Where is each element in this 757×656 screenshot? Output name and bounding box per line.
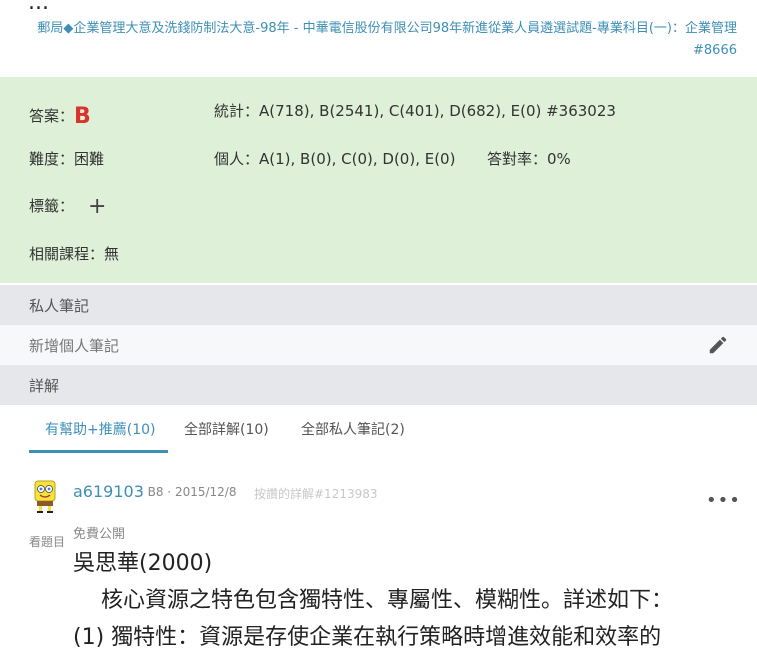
breadcrumb-year[interactable]: -98年 [255,21,289,36]
tab-all-private-notes[interactable]: 全部私人筆記(2) [301,419,405,439]
courses-row: 相關課程：無 [29,243,119,264]
post-meta: · B8 · 2015/12/8 [140,485,237,499]
add-note-placeholder[interactable]: 新增個人筆記 [29,335,119,356]
answer-value: B [74,104,91,129]
stats-label: 統計： [214,102,260,120]
view-question-link[interactable]: 看題目 [29,533,65,550]
accuracy-label: 答對率： [487,150,548,168]
spongebob-avatar-icon[interactable] [29,478,61,514]
question-info-panel: 答案：B 統計：A(718), B(2541), C(401), D(682),… [0,77,757,283]
personal-label: 個人： [214,150,260,168]
explanation-tabs: 有幫助+推薦(10) 全部詳解(10) 全部私人筆記(2) [0,405,757,453]
private-notes-title: 私人筆記 [29,297,90,315]
tab-helpful[interactable]: 有幫助+推薦(10) [45,419,155,439]
difficulty-row: 難度：困難 [29,148,104,169]
accuracy-value: 0% [547,150,571,168]
tags-label: 標籤： [29,197,75,215]
private-notes-header: 私人筆記 [0,285,757,325]
personal-row: 個人：A(1), B(0), C(0), D(0), E(0) [214,148,455,169]
explanation-content: 吳思華(2000) 核心資源之特色包含獨特性、專屬性、模糊性。詳述如下： (1)… [73,545,753,656]
active-tab-indicator [29,450,168,453]
stats-value: A(718), B(2541), C(401), D(682), E(0) #3… [259,102,616,120]
courses-label: 相關課程： [29,245,105,263]
breadcrumb: 郵局◆企業管理大意及洗錢防制法大意-98年 - 中華電信股份有限公司98年新進從… [0,18,737,62]
content-line: (1) 獨特性：資源是存使企業在執行策略時增進效能和效率的 [73,625,662,650]
difficulty-label: 難度： [29,150,75,168]
explanation-title: 詳解 [29,377,60,395]
reply-link[interactable]: 按讚的詳解#1213983 [254,485,378,502]
visibility-label: 免費公開 [73,527,126,542]
personal-value: A(1), B(0), C(0), D(0), E(0) [259,150,456,168]
more-options-icon[interactable]: ••• [706,490,741,511]
breadcrumb-category[interactable]: 郵局◆企業管理大意及洗錢防制法大意 [37,21,255,36]
breadcrumb-separator: - [289,21,303,36]
explanation-header: 詳解 [0,365,757,405]
add-note-row[interactable]: 新增個人筆記 [0,325,757,365]
add-tag-icon[interactable]: + [88,194,106,219]
courses-value: 無 [104,245,120,263]
difficulty-value: 困難 [74,150,105,168]
answer-label: 答案： [29,107,75,125]
top-cut-text: ... [28,0,49,15]
content-line: 吳思華(2000) [73,551,213,576]
tab-all-explanations[interactable]: 全部詳解(10) [184,419,269,439]
accuracy-row: 答對率：0% [487,148,571,169]
breadcrumb-exam-title[interactable]: 中華電信股份有限公司98年新進從業人員遴選試題-專業科目(一)：企業管理#866… [303,21,737,58]
answer-row: 答案：B [29,104,91,129]
author-name[interactable]: a619103 [73,482,144,501]
pencil-icon[interactable] [707,334,729,356]
stats-row: 統計：A(718), B(2541), C(401), D(682), E(0)… [214,100,616,121]
content-line: 核心資源之特色包含獨特性、專屬性、模糊性。詳述如下： [101,588,674,613]
tags-row: 標籤： + [29,194,106,219]
